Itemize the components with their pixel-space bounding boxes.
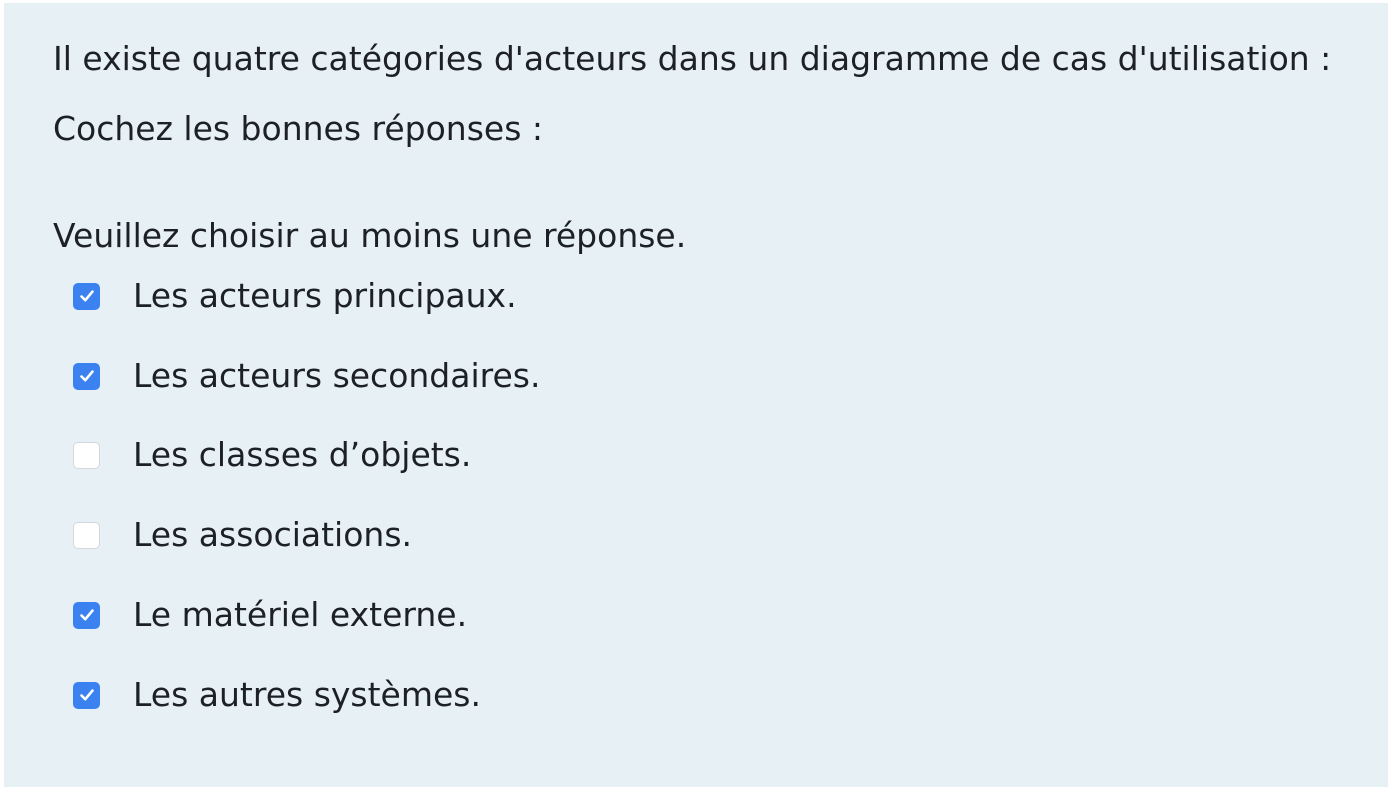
check-icon bbox=[79, 689, 94, 701]
answer-checkbox[interactable] bbox=[73, 681, 100, 709]
check-icon bbox=[79, 609, 94, 621]
answer-checkbox[interactable] bbox=[73, 601, 100, 629]
answer-option-1[interactable]: Les acteurs principaux. bbox=[73, 276, 517, 316]
answer-option-4[interactable]: Les associations. bbox=[73, 515, 412, 555]
answer-checkbox[interactable] bbox=[73, 282, 100, 310]
question-text: Il existe quatre catégories d'acteurs da… bbox=[53, 39, 1332, 78]
answer-option-6[interactable]: Les autres systèmes. bbox=[73, 675, 481, 715]
answer-label: Les classes d’objets. bbox=[133, 435, 472, 474]
check-icon bbox=[79, 290, 94, 302]
answer-label: Les acteurs principaux. bbox=[133, 276, 517, 315]
answer-checkbox[interactable] bbox=[73, 362, 100, 390]
answer-label: Les acteurs secondaires. bbox=[133, 356, 541, 395]
check-icon bbox=[79, 370, 94, 382]
answer-option-2[interactable]: Les acteurs secondaires. bbox=[73, 356, 540, 396]
answer-label: Le matériel externe. bbox=[133, 595, 468, 634]
answer-prompt: Veuillez choisir au moins une réponse. bbox=[53, 216, 687, 255]
answer-label: Les associations. bbox=[133, 515, 413, 554]
answer-label: Les autres systèmes. bbox=[133, 675, 481, 714]
answer-option-5[interactable]: Le matériel externe. bbox=[73, 595, 467, 635]
question-panel: Il existe quatre catégories d'acteurs da… bbox=[4, 3, 1388, 787]
answer-option-3[interactable]: Les classes d’objets. bbox=[73, 435, 471, 475]
answer-checkbox[interactable] bbox=[73, 521, 100, 549]
answer-checkbox[interactable] bbox=[73, 441, 100, 469]
question-instruction: Cochez les bonnes réponses : bbox=[53, 109, 544, 148]
